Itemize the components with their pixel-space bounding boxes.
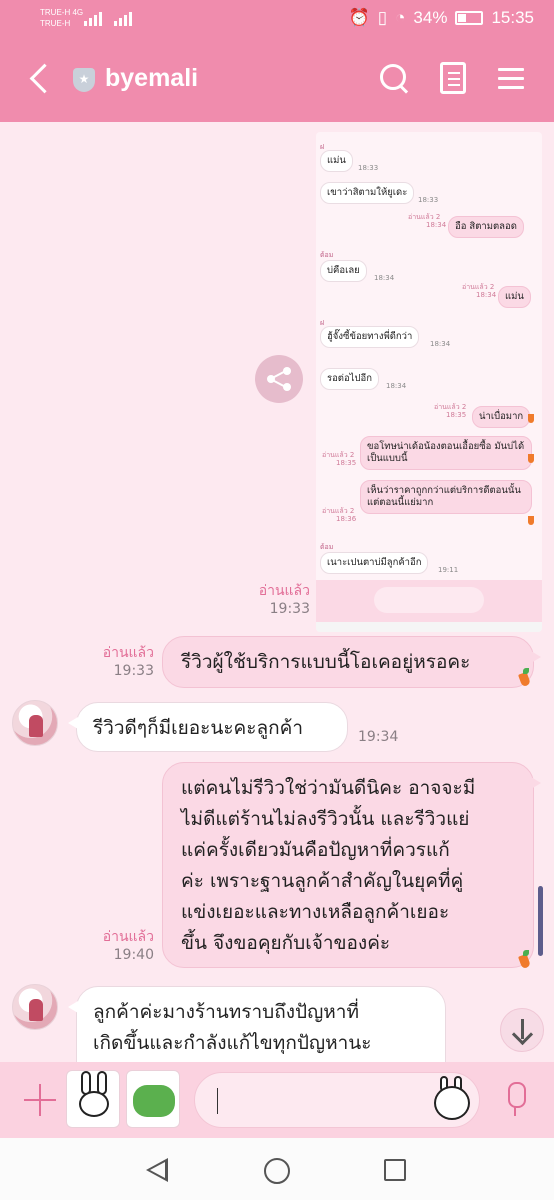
carrot-icon	[518, 668, 530, 686]
screenshot-image[interactable]: ฝ แม่น 18:33 เขาว่าสิตามให้ยูเดะ 18:33 อ…	[316, 132, 542, 632]
scroll-down-button[interactable]	[500, 1008, 544, 1052]
chat-header: ★ byemali	[0, 38, 554, 122]
system-nav-bar	[0, 1138, 554, 1200]
vibrate-icon: ▯	[377, 8, 388, 27]
embedded-message: เห็นว่าราคาถูกกว่าแต่บริการดีตอนนั้น แต่…	[360, 480, 532, 514]
embedded-message: บ่คือเลย	[320, 260, 367, 282]
carrot-icon	[528, 454, 534, 463]
message-time: 19:34	[358, 729, 399, 745]
battery-icon	[455, 11, 484, 25]
their-message-bubble[interactable]: ลูกค้าค่ะมางร้านทราบถึงปัญหาที่ เกิดขึ้น…	[68, 986, 446, 1062]
menu-icon[interactable]	[496, 62, 530, 96]
avatar[interactable]	[12, 700, 58, 746]
nav-home-icon[interactable]	[264, 1158, 290, 1184]
embedded-message: ขอโทษน่าเด้อน้องตอนเอื้อยซื้อ มันบ่ได้เป…	[360, 436, 532, 470]
battery-percent: 34%	[413, 8, 448, 27]
speed-icon: ◔	[395, 8, 406, 27]
embedded-message: แม่น	[320, 150, 353, 172]
message-text: รีวิวดีๆก็มีเยอะนะคะลูกค้า	[93, 717, 303, 739]
embedded-message: ฮู้จั๊งซี้ข้อยทางพี่ดีกว่า	[320, 326, 420, 348]
back-icon[interactable]	[28, 62, 52, 96]
scrollbar[interactable]	[538, 886, 543, 956]
my-message-bubble[interactable]: แต่คนไม่รีวิวใช่ว่ามันดีนิคะ อาจจะมี ไม่…	[162, 762, 541, 968]
nav-back-icon[interactable]	[146, 1158, 168, 1182]
their-message-bubble[interactable]: รีวิวดีๆก็มีเยอะนะคะลูกค้า	[68, 702, 348, 752]
carrot-icon	[528, 516, 534, 525]
status-bar: TRUE-H 4G TRUE-H ⏰ ▯ ◔ 34% 15:35	[0, 0, 554, 38]
shield-icon: ★	[73, 68, 95, 92]
mic-icon[interactable]	[500, 1080, 530, 1120]
carrot-icon	[518, 950, 530, 968]
search-icon[interactable]	[378, 62, 412, 96]
embedded-message: อือ สิตามตลอด	[448, 216, 524, 238]
read-receipt: อ่านแล้ว 19:40	[102, 929, 154, 963]
embedded-input-bar	[316, 580, 542, 622]
emoji-icon[interactable]	[432, 1076, 472, 1122]
share-icon[interactable]	[255, 355, 303, 403]
embedded-message: เขาว่าสิตามให้ยูเดะ	[320, 182, 415, 204]
read-receipt: อ่านแล้ว 19:33	[258, 583, 310, 617]
frog-sticker-icon[interactable]	[126, 1070, 180, 1128]
alarm-icon: ⏰	[348, 8, 370, 27]
carrot-icon	[528, 414, 534, 423]
embedded-message: รอต่อไปอีก	[320, 368, 379, 390]
carrier-labels: TRUE-H 4G TRUE-H	[40, 8, 84, 28]
message-text: รีวิวผู้ใช้บริการแบบนี้โอเคอยู่หรอคะ	[181, 651, 471, 673]
plus-icon[interactable]	[22, 1082, 58, 1118]
note-icon[interactable]	[440, 62, 466, 94]
read-receipt: อ่านแล้ว 19:33	[102, 645, 154, 679]
nav-recents-icon[interactable]	[384, 1159, 406, 1181]
bunny-sticker-icon[interactable]	[66, 1070, 120, 1128]
embedded-message: เนาะเปนตาบ่มีลูกค้าอีก	[320, 552, 429, 574]
embedded-message: น่าเบื่อมาก	[472, 406, 531, 428]
signal-icon-2	[114, 10, 132, 26]
embedded-message: แม่น	[498, 286, 531, 308]
my-message-bubble[interactable]: รีวิวผู้ใช้บริการแบบนี้โอเคอยู่หรอคะ	[162, 636, 541, 688]
clock: 15:35	[491, 8, 534, 27]
avatar[interactable]	[12, 984, 58, 1030]
chat-title[interactable]: byemali	[105, 64, 198, 93]
signal-icon	[84, 10, 102, 26]
chat-area[interactable]: ฝ แม่น 18:33 เขาว่าสิตามให้ยูเดะ 18:33 อ…	[0, 122, 554, 1062]
